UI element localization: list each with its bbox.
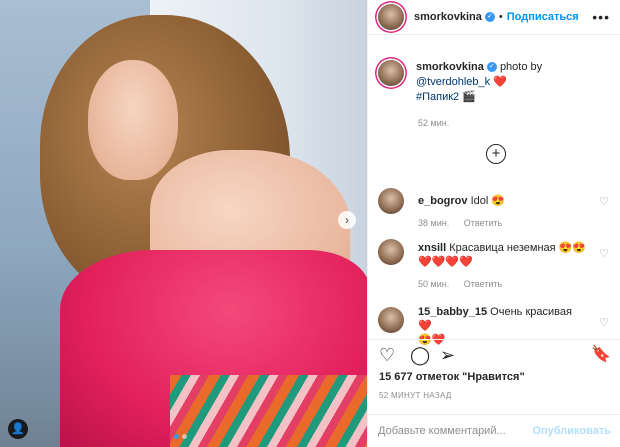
comment-emoji: ❤️ [418, 320, 432, 332]
comment-emoji: 😍 [491, 195, 506, 207]
comment-item: e_bogrov Idol 😍 38 мин. Ответить ♡ [378, 188, 613, 228]
comment-meta: 38 мин. Ответить [418, 218, 613, 228]
caption-time: 52 мин. [418, 118, 450, 128]
photo-skirt [170, 375, 367, 447]
caption-photo-by: photo by [499, 61, 543, 73]
more-options-icon[interactable]: ••• [592, 9, 610, 25]
caption-username[interactable]: smorkovkina [416, 61, 484, 73]
publish-button[interactable]: Опубликовать [532, 425, 611, 437]
likes-count[interactable]: 15 677 отметок "Нравится" [379, 371, 525, 383]
heart-emoji: ❤️ [493, 76, 507, 88]
comment-body: e_bogrov Idol 😍 [418, 188, 588, 208]
caption-text: smorkovkina ✓ photo by @tverdohleb_k ❤️ #… [416, 60, 542, 105]
author-username[interactable]: smorkovkina [414, 11, 482, 23]
caption-avatar[interactable] [378, 60, 404, 86]
comment-text: Idol [470, 195, 489, 207]
like-heart-icon[interactable]: ♡ [379, 345, 395, 365]
comment-time: 50 мин. [418, 279, 450, 289]
reply-button[interactable]: Ответить [464, 279, 502, 289]
post-photo[interactable]: › 👤 [0, 0, 367, 447]
tagged-user-icon[interactable]: 👤 [8, 419, 28, 439]
comment-bubble-icon[interactable]: ◯ [410, 345, 430, 365]
commenter-avatar[interactable] [378, 307, 404, 333]
comment-like-heart-icon[interactable]: ♡ [599, 195, 609, 208]
load-more-comments-icon[interactable]: + [486, 144, 506, 164]
post-caption: smorkovkina ✓ photo by @tverdohleb_k ❤️ #… [378, 60, 613, 105]
caption-hashtag-link[interactable]: #Папик2 [416, 91, 459, 103]
comment-like-heart-icon[interactable]: ♡ [599, 316, 609, 329]
action-bar: ♡ ◯ ➢ 🔖 [368, 339, 620, 369]
comment-text: Красавица неземная [449, 242, 556, 254]
verified-badge-icon: ✓ [486, 62, 497, 73]
post-side-panel: smorkovkina ✓ • Подписаться ••• smorkovk… [367, 0, 620, 447]
comment-username[interactable]: 15_babby_15 [418, 306, 487, 318]
comment-body: xnsill Красавица неземная 😍😍 ❤️❤️❤️❤️ [418, 239, 588, 269]
save-bookmark-icon[interactable]: 🔖 [591, 345, 611, 365]
verified-badge-icon: ✓ [484, 12, 495, 22]
separator-dot: • [498, 11, 503, 23]
comment-input[interactable] [378, 425, 533, 437]
share-icon[interactable]: ➢ [440, 345, 455, 365]
carousel-dot [182, 434, 187, 439]
comment-meta: 50 мин. Ответить [418, 279, 613, 289]
photo-face [88, 60, 178, 180]
follow-button[interactable]: Подписаться [507, 11, 579, 23]
add-comment-bar: Опубликовать [368, 414, 620, 447]
next-image-chevron-icon[interactable]: › [338, 211, 356, 229]
comment-like-heart-icon[interactable]: ♡ [599, 247, 609, 260]
comment-time: 38 мин. [418, 218, 450, 228]
comment-username[interactable]: e_bogrov [418, 195, 468, 207]
author-avatar[interactable] [378, 4, 404, 30]
caption-mention-link[interactable]: @tverdohleb_k [416, 76, 490, 88]
post-header: smorkovkina ✓ • Подписаться ••• [368, 0, 620, 35]
commenter-avatar[interactable] [378, 239, 404, 265]
commenter-avatar[interactable] [378, 188, 404, 214]
comment-username[interactable]: xnsill [418, 242, 446, 254]
carousel-indicator [174, 434, 187, 439]
clapper-emoji: 🎬 [462, 91, 476, 103]
comment-item: xnsill Красавица неземная 😍😍 ❤️❤️❤️❤️ 50… [378, 239, 613, 289]
comment-text: Очень красивая [490, 306, 572, 318]
posted-time[interactable]: 52 МИНУТ НАЗАД [379, 391, 452, 400]
carousel-dot-active [174, 434, 179, 439]
comment-emoji-line: ❤️❤️❤️❤️ [418, 256, 473, 268]
reply-button[interactable]: Ответить [464, 218, 502, 228]
comment-emoji: 😍😍 [558, 242, 587, 254]
